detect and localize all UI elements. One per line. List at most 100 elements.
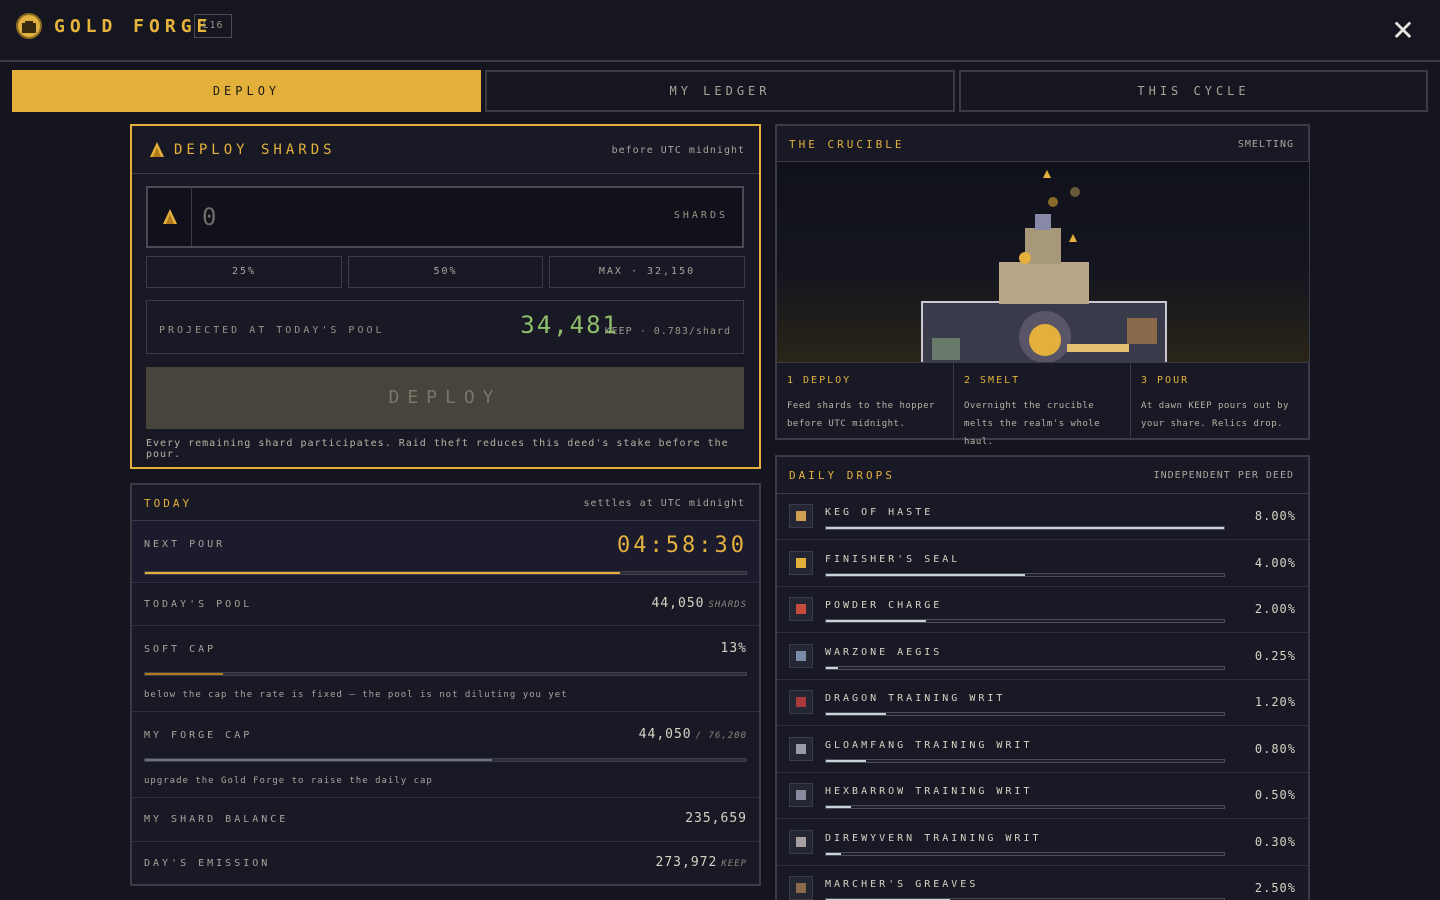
keg-icon <box>789 504 813 528</box>
today-panel: TODAY settles at UTC midnight NEXT POUR … <box>130 483 761 886</box>
wyvern-icon <box>789 829 813 854</box>
drop-row: DRAGON TRAINING WRIT 1.20% <box>777 680 1308 726</box>
step-smelt-title: 2 SMELT <box>964 375 1021 386</box>
softcap-value: 13% <box>720 641 747 656</box>
deploy-deadline: before UTC midnight <box>611 145 745 156</box>
emission-row: DAY'S EMISSION 273,972 KEEP <box>132 842 759 884</box>
step-pour-desc: At dawn KEEP pours out by your share. Re… <box>1141 401 1289 429</box>
drop-row: HEXBARROW TRAINING WRIT 0.50% <box>777 773 1308 819</box>
drop-row: POWDER CHARGE 2.00% <box>777 587 1308 633</box>
pct-50-button[interactable]: 50% <box>348 256 543 288</box>
drop-percent: 1.20% <box>1254 695 1296 709</box>
amount-field[interactable]: SHARDS <box>146 186 744 248</box>
pool-row: TODAY'S POOL 44,050 SHARDS <box>132 583 759 626</box>
crucible-status: SMELTING <box>1237 139 1294 150</box>
amount-icon-cell <box>148 188 192 246</box>
drop-row: DIREWYVERN TRAINING WRIT 0.30% <box>777 820 1308 866</box>
pool-amount: 44,050 <box>651 596 705 611</box>
crucible-header: THE CRUCIBLE SMELTING <box>777 126 1308 162</box>
drop-name: DIREWYVERN TRAINING WRIT <box>825 832 1042 844</box>
drop-progress <box>825 758 1225 763</box>
step-deploy: 1 DEPLOY Feed shards to the hopper befor… <box>777 363 954 439</box>
drop-progress <box>825 665 1225 670</box>
top-bar: GOLD FORGE L16 ✕ <box>0 0 1440 62</box>
drop-name: DRAGON TRAINING WRIT <box>825 693 1006 704</box>
gold-forge-logo-icon <box>16 13 42 39</box>
softcap-progress <box>144 672 747 676</box>
drop-percent: 2.00% <box>1254 602 1296 616</box>
drop-name: WARZONE AEGIS <box>825 646 943 658</box>
pct-25-button[interactable]: 25% <box>146 256 342 288</box>
max-button[interactable]: MAX · 32,150 <box>549 256 745 288</box>
drop-row: MARCHER'S GREAVES 2.50% <box>777 866 1308 900</box>
softcap-note: below the cap the rate is fixed — the po… <box>144 690 568 700</box>
drop-progress <box>825 805 1225 809</box>
greaves-icon <box>789 876 813 900</box>
emission-label: DAY'S EMISSION <box>144 858 271 869</box>
deploy-header: DEPLOY SHARDS before UTC midnight <box>132 126 759 174</box>
drop-row: FINISHER'S SEAL 4.00% <box>777 541 1308 587</box>
step-pour: 3 POUR At dawn KEEP pours out by your sh… <box>1131 363 1309 439</box>
projected-label: PROJECTED AT TODAY'S POOL <box>159 325 385 336</box>
drop-name: GLOAMFANG TRAINING WRIT <box>825 739 1033 751</box>
shard-amount-input[interactable] <box>202 200 602 234</box>
tab-bar: DEPLOY MY LEDGER THIS CYCLE <box>12 70 1428 112</box>
emission-amount: 273,972 <box>655 855 718 870</box>
drop-row: GLOAMFANG TRAINING WRIT 0.80% <box>777 727 1308 773</box>
forgecap-amount: 44,050 <box>638 727 692 742</box>
shard-icon <box>150 142 164 157</box>
step-smelt: 2 SMELT Overnight the crucible melts the… <box>954 363 1131 447</box>
balance-row: MY SHARD BALANCE 235,659 <box>132 798 759 842</box>
drop-percent: 0.25% <box>1254 648 1296 663</box>
beast-icon <box>789 736 813 761</box>
drop-name: KEG OF HASTE <box>825 507 934 518</box>
shard-icon <box>163 209 177 224</box>
softcap-label: SOFT CAP <box>144 644 217 655</box>
tab-deploy[interactable]: DEPLOY <box>12 70 481 112</box>
deploy-title: DEPLOY SHARDS <box>174 142 336 158</box>
shield-icon <box>789 643 813 668</box>
projection-box: PROJECTED AT TODAY'S POOL 34,481 KEEP · … <box>146 300 744 354</box>
tab-my-ledger[interactable]: MY LEDGER <box>485 70 955 112</box>
next-pour-row: NEXT POUR 04:58:30 <box>132 521 759 583</box>
next-pour-label: NEXT POUR <box>144 539 226 550</box>
tab-this-cycle[interactable]: THIS CYCLE <box>959 70 1428 112</box>
drop-row: WARZONE AEGIS 0.25% <box>777 634 1308 680</box>
drop-percent: 0.80% <box>1254 741 1296 756</box>
drop-row: KEG OF HASTE 8.00% <box>777 494 1308 540</box>
today-title: TODAY <box>144 497 193 510</box>
close-icon[interactable]: ✕ <box>1390 17 1418 46</box>
drop-percent: 4.00% <box>1254 555 1296 570</box>
projected-rate: KEEP · 0.783/shard <box>604 326 731 337</box>
forgecap-row: MY FORGE CAP 44,050/ 76,200 upgrade the … <box>132 712 759 798</box>
drop-name: POWDER CHARGE <box>825 600 943 611</box>
daily-drops-panel: DAILY DROPS INDEPENDENT PER DEED KEG OF … <box>775 455 1310 900</box>
drop-percent: 0.50% <box>1254 788 1296 802</box>
drop-percent: 2.50% <box>1254 881 1296 895</box>
forge-scene-image <box>777 162 1309 362</box>
crucible-title: THE CRUCIBLE <box>789 138 905 151</box>
deploy-button[interactable]: DEPLOY <box>146 367 744 429</box>
crucible-steps: 1 DEPLOY Feed shards to the hopper befor… <box>777 362 1309 447</box>
forgecap-note: upgrade the Gold Forge to raise the dail… <box>144 776 433 786</box>
pool-value: 44,050 SHARDS <box>652 596 747 611</box>
drop-percent: 0.30% <box>1254 834 1296 849</box>
drop-name: FINISHER'S SEAL <box>825 553 961 565</box>
deploy-note: Every remaining shard participates. Raid… <box>146 438 729 460</box>
next-pour-progress <box>144 571 747 575</box>
step-deploy-desc: Feed shards to the hopper before UTC mid… <box>787 401 935 429</box>
hexbarrow-icon <box>789 783 813 807</box>
pool-unit: SHARDS <box>708 600 747 610</box>
next-pour-timer: 04:58:30 <box>617 533 747 558</box>
amount-unit: SHARDS <box>673 210 728 221</box>
level-badge: L16 <box>194 14 232 38</box>
dynamite-icon <box>789 597 813 621</box>
drop-progress <box>825 851 1225 856</box>
drops-header: DAILY DROPS INDEPENDENT PER DEED <box>777 457 1308 494</box>
step-smelt-desc: Overnight the crucible melts the realm's… <box>964 401 1101 447</box>
drop-progress <box>825 712 1225 716</box>
step-pour-title: 3 POUR <box>1141 375 1190 386</box>
forgecap-max: / 76,200 <box>695 731 747 741</box>
balance-value: 235,659 <box>685 811 747 826</box>
drop-name: MARCHER'S GREAVES <box>825 879 979 890</box>
